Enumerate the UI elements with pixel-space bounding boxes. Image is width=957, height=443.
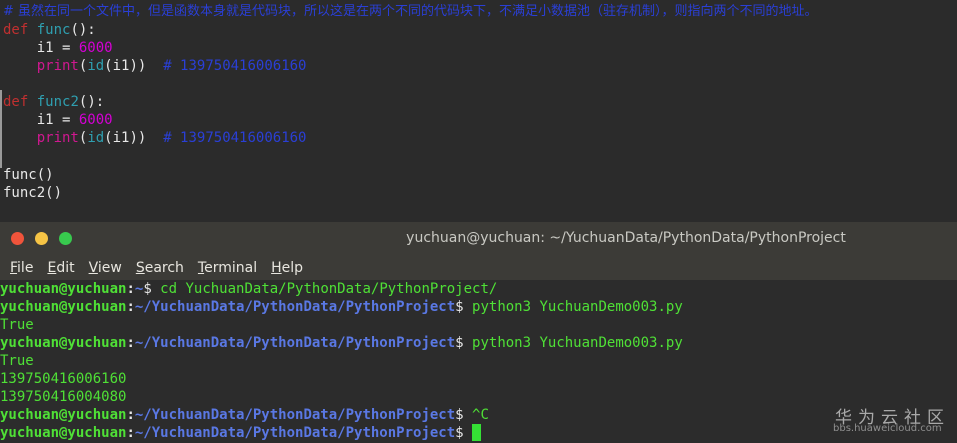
code-var: i1 = xyxy=(36,40,79,56)
terminal-prompt-line: yuchuan@yuchuan:~/YuchuanData/PythonData… xyxy=(0,424,482,442)
menu-item-help[interactable]: Help xyxy=(271,260,303,276)
function-name: func2 xyxy=(36,94,79,110)
menu-bar: File Edit View Search Terminal Help xyxy=(0,255,957,280)
code-line-call-func: func() xyxy=(3,167,54,183)
terminal-window: yuchuan@yuchuan: ~/YuchuanData/PythonDat… xyxy=(0,222,957,443)
watermark-url: bbs.huaweicloud.com xyxy=(833,423,942,434)
gutter-marker xyxy=(0,90,2,168)
prompt-user: yuchuan@yuchuan xyxy=(0,281,127,297)
code-line-assign: i1 = 6000 xyxy=(3,39,113,57)
code-line-def-func: def func(): xyxy=(3,21,96,39)
code-punct: (i1)) xyxy=(104,58,147,74)
code-punct: (): xyxy=(78,94,105,110)
prompt-command: python3 YuchuanDemo003.py xyxy=(463,335,683,351)
prompt-path: ~/YuchuanData/PythonData/PythonProject xyxy=(134,407,456,423)
code-builtin-id: id xyxy=(87,130,105,146)
code-punct: (): xyxy=(70,22,96,38)
prompt-user: yuchuan@yuchuan xyxy=(0,335,127,351)
keyword-def: def xyxy=(3,94,29,110)
terminal-prompt-line: yuchuan@yuchuan:~$ cd YuchuanData/Python… xyxy=(0,281,498,297)
prompt-command: ^C xyxy=(463,407,489,423)
prompt-command: cd YuchuanData/PythonData/PythonProject/ xyxy=(151,281,498,297)
menu-item-view[interactable]: View xyxy=(89,260,122,276)
terminal-titlebar[interactable]: yuchuan@yuchuan: ~/YuchuanData/PythonDat… xyxy=(0,222,957,255)
prompt-path: ~/YuchuanData/PythonData/PythonProject xyxy=(134,335,456,351)
terminal-cursor xyxy=(472,424,482,441)
prompt-command: python3 YuchuanDemo003.py xyxy=(463,299,683,315)
terminal-prompt-line: yuchuan@yuchuan:~/YuchuanData/PythonData… xyxy=(0,335,683,351)
code-line-assign: i1 = 6000 xyxy=(3,111,113,129)
keyword-def: def xyxy=(3,22,29,38)
code-editor[interactable]: # 虽然在同一个文件中，但是函数本身就是代码块，所以这是在两个不同的代码块下，不… xyxy=(0,0,957,222)
code-builtin-print: print xyxy=(36,130,79,146)
code-number: 6000 xyxy=(78,40,113,56)
prompt-command xyxy=(464,425,472,441)
code-punct: (i1)) xyxy=(104,130,147,146)
terminal-screen[interactable]: yuchuan@yuchuan:~$ cd YuchuanData/Python… xyxy=(0,280,957,443)
menu-item-search[interactable]: Search xyxy=(136,260,184,276)
code-number: 6000 xyxy=(78,112,113,128)
prompt-user: yuchuan@yuchuan xyxy=(0,299,127,315)
code-line-print: print(id(i1)) # 139750416006160 xyxy=(3,57,307,75)
code-builtin-id: id xyxy=(87,58,105,74)
code-comment-line: # 虽然在同一个文件中，但是函数本身就是代码块，所以这是在两个不同的代码块下，不… xyxy=(3,4,818,19)
terminal-prompt-line: yuchuan@yuchuan:~/YuchuanData/PythonData… xyxy=(0,407,489,423)
code-comment: # 139750416006160 xyxy=(163,130,307,146)
code-builtin-print: print xyxy=(36,58,79,74)
prompt-path: ~/YuchuanData/PythonData/PythonProject xyxy=(134,425,456,441)
function-name: func xyxy=(36,22,71,38)
code-var: i1 = xyxy=(36,112,79,128)
code-line-call-func2: func2() xyxy=(3,185,63,201)
menu-item-terminal[interactable]: Terminal xyxy=(198,260,257,276)
code-line-print: print(id(i1)) # 139750416006160 xyxy=(3,129,307,147)
code-line-def-func2: def func2(): xyxy=(3,93,104,111)
terminal-output-line: True xyxy=(0,353,34,369)
menu-item-edit[interactable]: Edit xyxy=(47,260,74,276)
prompt-path: ~/YuchuanData/PythonData/PythonProject xyxy=(134,299,456,315)
terminal-output-line: True xyxy=(0,317,34,333)
terminal-output-line: 139750416004080 xyxy=(0,389,127,405)
menu-item-file[interactable]: File xyxy=(10,260,33,276)
window-title: yuchuan@yuchuan: ~/YuchuanData/PythonDat… xyxy=(406,230,846,246)
prompt-user: yuchuan@yuchuan xyxy=(0,425,127,441)
terminal-output-line: 139750416006160 xyxy=(0,371,127,387)
terminal-prompt-line: yuchuan@yuchuan:~/YuchuanData/PythonData… xyxy=(0,299,683,315)
code-comment: # 139750416006160 xyxy=(163,58,307,74)
prompt-user: yuchuan@yuchuan xyxy=(0,407,127,423)
